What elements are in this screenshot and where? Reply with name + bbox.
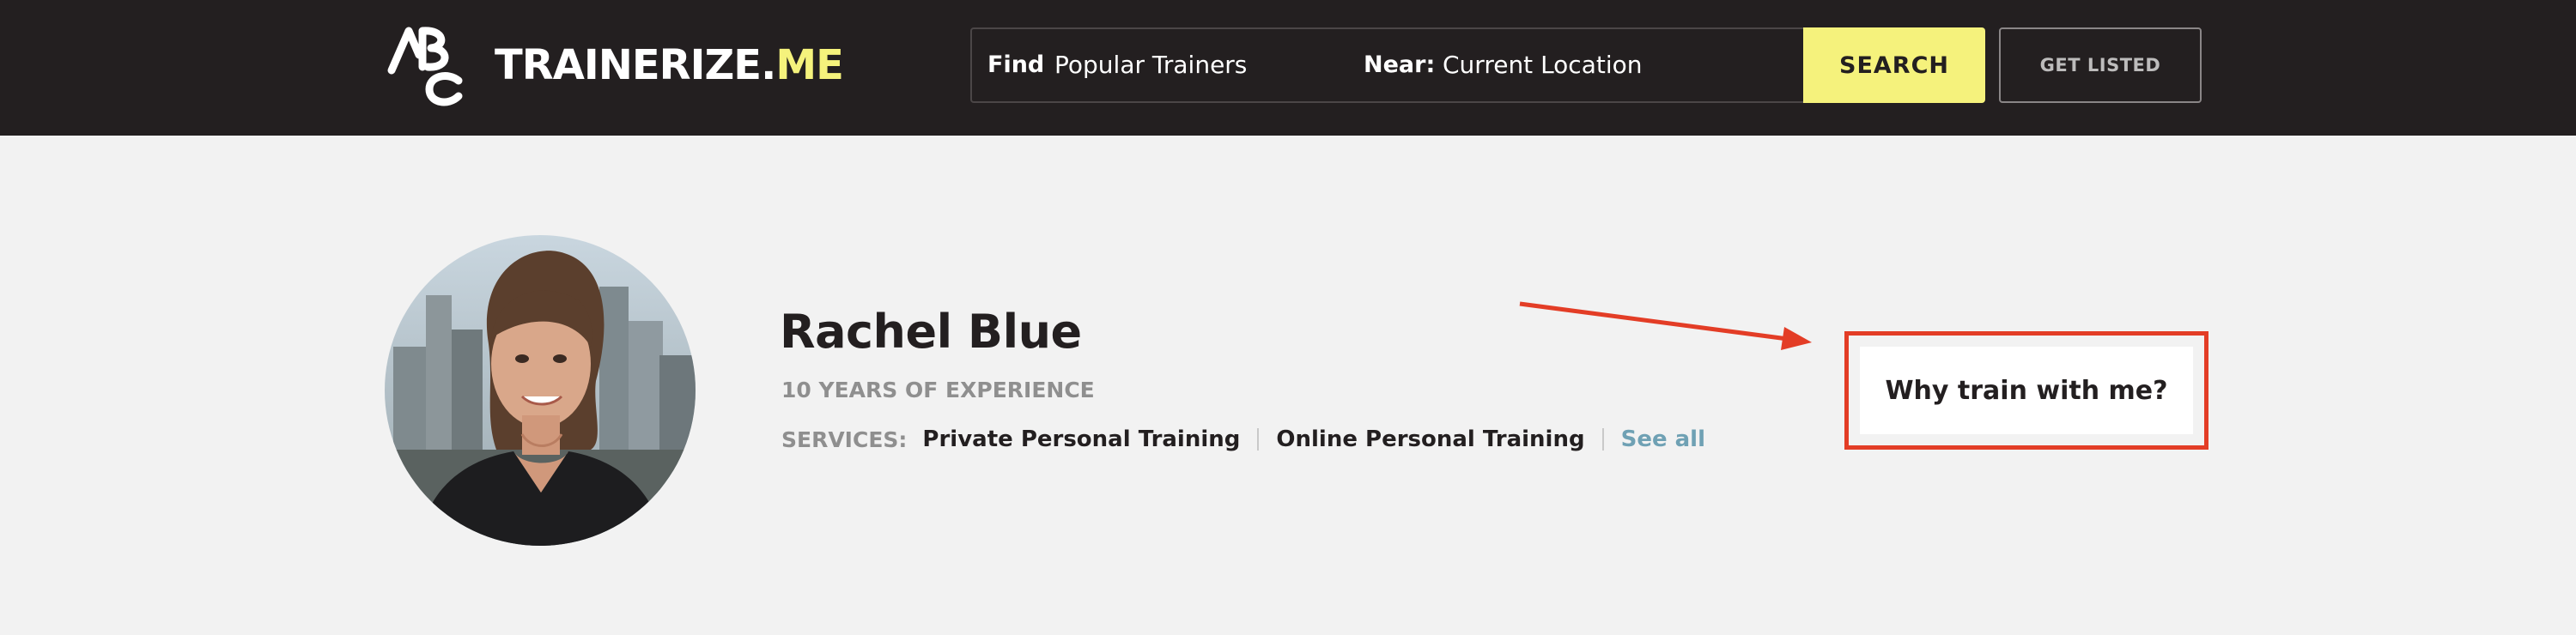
search-button[interactable]: SEARCH — [1803, 27, 1985, 103]
site-header: TRAINERIZE.ME Find Popular Trainers Near… — [0, 0, 2576, 136]
logo-text-accent: ME — [775, 41, 844, 89]
trainer-avatar — [385, 235, 696, 546]
abc-logo-icon — [387, 27, 463, 106]
experience-label: 10 YEARS OF EXPERIENCE — [781, 378, 1095, 402]
search-bar: Find Popular Trainers Near: Current Loca… — [970, 27, 1985, 103]
logo-text-main: TRAINERIZE. — [495, 41, 776, 89]
why-train-with-me-button[interactable]: Why train with me? — [1860, 347, 2193, 434]
site-logo[interactable]: TRAINERIZE.ME — [385, 24, 844, 106]
divider — [1601, 428, 1604, 451]
find-input[interactable]: Popular Trainers — [1054, 29, 1329, 101]
trainer-name: Rachel Blue — [780, 305, 1082, 359]
services-row: SERVICES: Private Personal Training Onli… — [781, 422, 1705, 457]
find-label: Find — [987, 51, 1045, 78]
trainer-photo — [385, 235, 696, 546]
service-item[interactable]: Private Personal Training — [922, 426, 1240, 452]
service-item[interactable]: Online Personal Training — [1276, 426, 1584, 452]
get-listed-button[interactable]: GET LISTED — [1999, 27, 2202, 103]
logo-wordmark: TRAINERIZE.ME — [495, 41, 844, 89]
divider — [1257, 428, 1260, 451]
services-label: SERVICES: — [781, 426, 908, 452]
near-input[interactable]: Current Location — [1443, 29, 1803, 101]
near-label: Near: — [1364, 51, 1436, 78]
see-all-link[interactable]: See all — [1621, 426, 1705, 452]
